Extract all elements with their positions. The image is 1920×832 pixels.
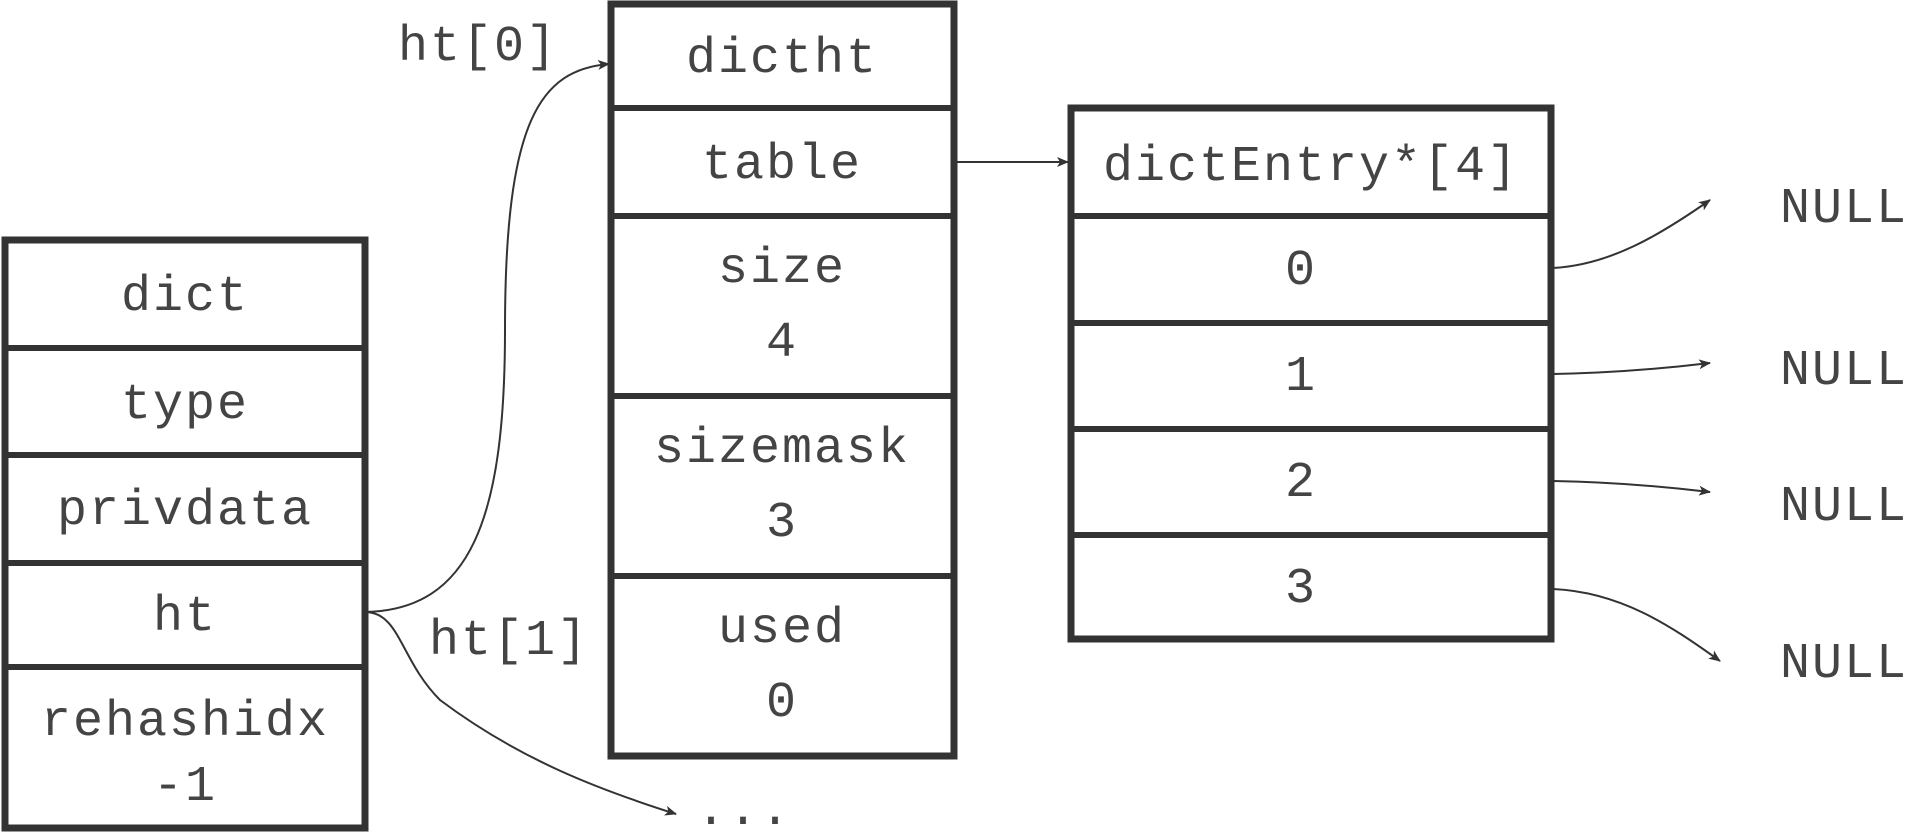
arrow-slot-0 [1552, 199, 1711, 269]
null-target-1: NULL [1780, 343, 1908, 400]
dict-field-ht: ht [153, 589, 217, 646]
ellipsis-label: ... [696, 783, 792, 832]
dictht-struct: dictht table size 4 sizemask 3 used 0 [607, 0, 958, 760]
dictht-field-table: table [702, 137, 862, 194]
null-target-0: NULL [1780, 181, 1908, 238]
dict-struct: dict type privdata ht rehashidx -1 [1, 236, 369, 832]
dict-diagram: dict type privdata ht rehashidx -1 dicth… [1, 0, 1908, 832]
table-slot-0: 0 [1285, 243, 1317, 300]
dict-title: dict [121, 269, 249, 326]
table-slot-3: 3 [1285, 561, 1317, 618]
dict-field-rehashidx: rehashidx [41, 694, 329, 751]
dictentry-table: dictEntry*[4] 0 1 2 3 [1067, 104, 1555, 643]
arrow-slot-1 [1552, 359, 1711, 375]
ht1-label: ht[1] [429, 613, 589, 670]
arrow-ht0 [364, 59, 610, 613]
null-target-2: NULL [1780, 479, 1908, 536]
dict-field-rehashidx-value: -1 [153, 759, 217, 816]
dictht-field-size-value: 4 [766, 315, 798, 372]
table-slot-2: 2 [1285, 455, 1317, 512]
dictht-title: dictht [686, 31, 878, 88]
dict-field-privdata: privdata [57, 483, 313, 540]
dictht-field-sizemask: sizemask [654, 421, 910, 478]
dictht-field-sizemask-value: 3 [766, 495, 798, 552]
dict-field-type: type [121, 377, 249, 434]
dictht-field-size: size [718, 241, 846, 298]
table-title: dictEntry*[4] [1103, 139, 1519, 196]
dictht-field-used: used [718, 601, 846, 658]
arrow-slot-3 [1552, 588, 1721, 662]
null-target-3: NULL [1780, 636, 1908, 693]
ht0-label: ht[0] [398, 19, 558, 76]
dictht-field-used-value: 0 [766, 675, 798, 732]
arrow-slot-2 [1552, 480, 1711, 496]
table-slot-1: 1 [1285, 349, 1317, 406]
